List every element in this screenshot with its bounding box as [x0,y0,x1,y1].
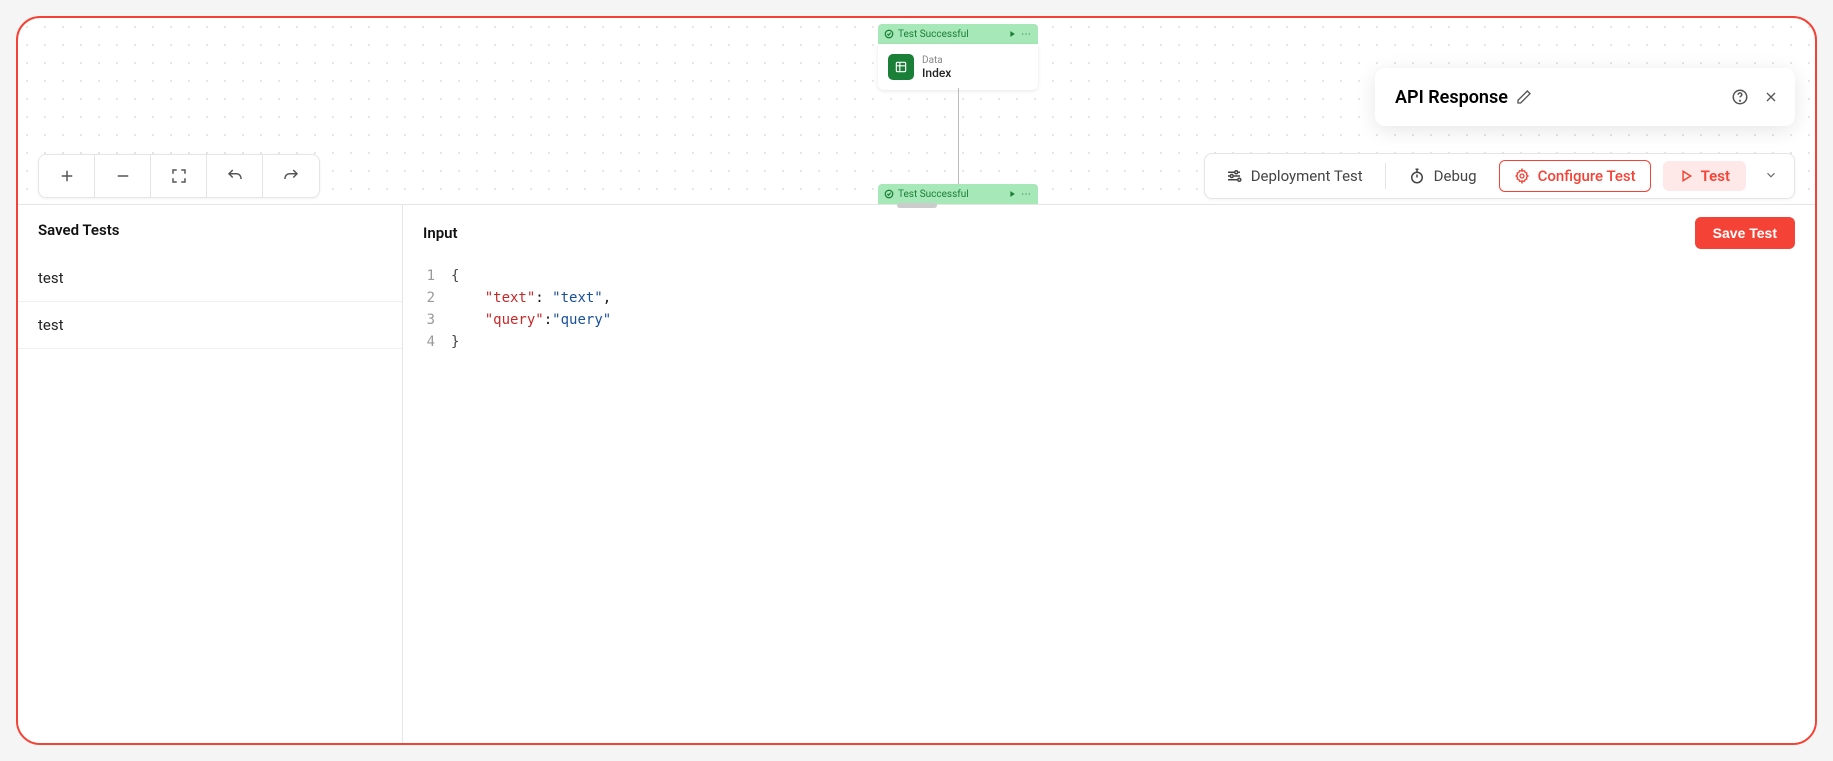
node-subtitle: Data [922,55,951,66]
input-heading: Input [423,224,458,242]
saved-tests-heading: Saved Tests [18,205,402,255]
canvas-toolbar: Deployment Test Debug Configure Test Tes [38,148,1795,204]
code-token: "query" [485,312,544,328]
input-header: Input Save Test [403,205,1815,261]
deployment-test-label: Deployment Test [1251,167,1363,185]
stopwatch-icon [1408,167,1426,185]
close-icon[interactable] [1763,89,1779,105]
code-token: , [603,290,611,306]
saved-test-item[interactable]: test [18,255,402,302]
debug-button[interactable]: Debug [1398,161,1487,191]
redo-button[interactable] [263,155,319,197]
configure-test-button[interactable]: Configure Test [1499,160,1651,192]
configure-test-label: Configure Test [1538,167,1636,185]
saved-test-item[interactable]: test [18,302,402,349]
code-token: "query" [552,312,611,328]
run-toolbar: Deployment Test Debug Configure Test Tes [1204,153,1795,199]
node-status-text: Test Successful [898,29,969,40]
api-response-title: API Response [1395,87,1508,108]
line-number: 3 [403,309,435,331]
help-icon[interactable] [1731,88,1749,106]
node-title: Index [922,66,951,80]
debug-label: Debug [1434,167,1477,185]
code-content[interactable]: { "text": "text", "query":"query"} [451,265,1815,353]
test-label: Test [1701,167,1730,185]
gear-icon [1514,168,1530,184]
data-icon [888,54,914,80]
code-token: { [451,268,459,284]
edit-icon[interactable] [1516,89,1532,105]
line-number: 4 [403,331,435,353]
test-button[interactable]: Test [1663,161,1746,191]
test-dropdown-button[interactable] [1758,161,1784,192]
toolbar-divider [1385,163,1386,189]
sliders-icon [1225,167,1243,185]
check-circle-icon [884,29,894,39]
more-icon[interactable]: ⋯ [1021,29,1032,40]
saved-tests-sidebar: Saved Tests test test [18,205,403,743]
fullscreen-button[interactable] [151,155,207,197]
code-token: } [451,334,459,350]
line-gutter: 1 2 3 4 [403,265,451,353]
code-editor[interactable]: 1 2 3 4 { "text": "text", "query":"query… [403,261,1815,353]
line-number: 1 [403,265,435,287]
undo-button[interactable] [207,155,263,197]
play-icon[interactable] [1007,29,1017,39]
test-panel: Saved Tests test test Input Save Test 1 … [18,204,1815,743]
remove-button[interactable] [95,155,151,197]
input-panel: Input Save Test 1 2 3 4 { "text": "text"… [403,205,1815,743]
node-body[interactable]: Data Index [878,44,1038,90]
code-token: : [535,290,552,306]
code-token: : [544,312,552,328]
workflow-node-index[interactable]: Test Successful ⋯ Data Index [878,24,1038,90]
line-number: 2 [403,287,435,309]
code-token: "text" [485,290,536,306]
play-icon [1679,169,1693,183]
node-status-bar: Test Successful ⋯ [878,24,1038,44]
api-response-panel[interactable]: API Response [1375,68,1795,126]
app-frame: Test Successful ⋯ Data Index [16,16,1817,745]
code-token: "text" [552,290,603,306]
deployment-test-button[interactable]: Deployment Test [1215,161,1373,191]
add-button[interactable] [39,155,95,197]
save-test-button[interactable]: Save Test [1695,217,1795,249]
canvas-tool-group [38,154,320,198]
